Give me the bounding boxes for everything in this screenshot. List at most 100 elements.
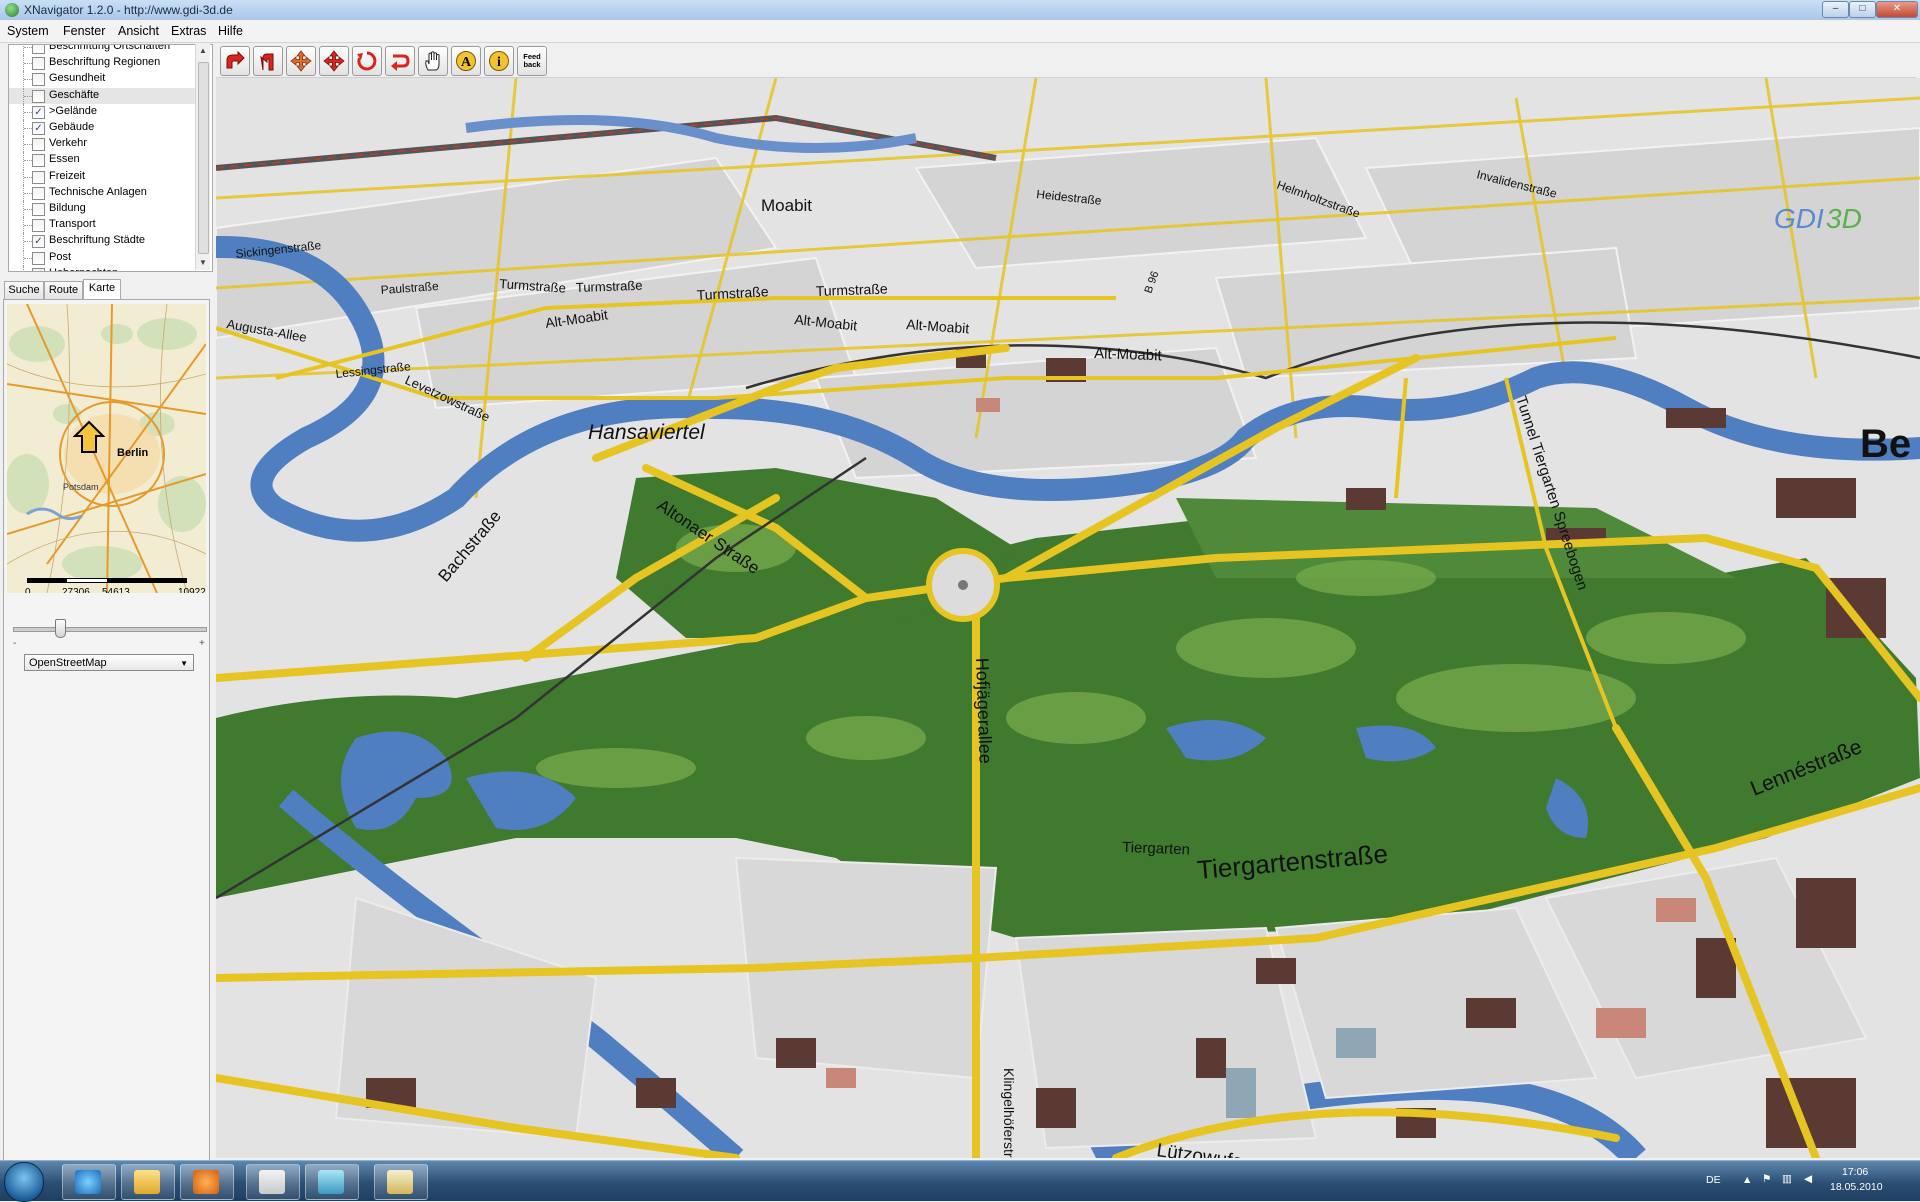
show-hidden-icons-icon[interactable]: ▲ — [1742, 1174, 1752, 1186]
feedback-icon[interactable]: Feed back — [517, 46, 547, 76]
scale-label-0: 0 — [25, 587, 31, 593]
layer-item[interactable]: Freizeit — [9, 168, 195, 185]
layer-checkbox[interactable] — [32, 89, 45, 103]
layer-label: Transport — [49, 218, 96, 231]
volume-icon[interactable]: ◀ — [1804, 1173, 1812, 1185]
layer-label: Technische Anlagen — [49, 185, 147, 198]
layer-checkbox[interactable] — [32, 251, 45, 265]
layer-checkbox[interactable] — [32, 170, 45, 184]
layer-label: Beschriftung Ortschaften — [49, 44, 171, 52]
layer-checkbox[interactable]: ✓ — [32, 235, 45, 249]
map-label-turmstrasse-4: Turmstraße — [816, 280, 889, 299]
menu-bar: System Fenster Ansicht Extras Hilfe — [0, 20, 1920, 43]
paint-icon[interactable] — [374, 1164, 428, 1200]
layer-checkbox[interactable] — [32, 73, 45, 87]
media-player-icon[interactable] — [180, 1164, 234, 1200]
menu-ansicht[interactable]: Ansicht — [118, 24, 159, 38]
layer-checkbox[interactable]: ✓ — [32, 267, 45, 271]
minimap-label-potsdam: Potsdam — [63, 482, 99, 492]
layer-item[interactable]: Verkehr — [9, 136, 195, 153]
network-icon[interactable]: ▥ — [1782, 1173, 1792, 1185]
layer-item[interactable]: Post — [9, 249, 195, 266]
maximize-button[interactable]: □ — [1849, 1, 1876, 18]
scale-label-3: 10922 — [178, 587, 206, 593]
explorer-icon[interactable] — [121, 1164, 175, 1200]
scrollbar-thumb[interactable] — [198, 62, 209, 254]
layer-label: Bildung — [49, 202, 86, 214]
clock-time[interactable]: 17:06 — [1842, 1166, 1868, 1178]
map-label-moabit: Moabit — [761, 196, 812, 215]
chevron-down-icon: ▼ — [180, 659, 188, 668]
map-3d-view[interactable]: GDI 3D Moabit Hansaviertel Turmstraße Tu… — [216, 78, 1920, 1158]
layer-item[interactable]: Beschriftung Ortschaften — [9, 44, 195, 55]
rotate-icon[interactable] — [352, 46, 382, 76]
tab-karte[interactable]: Karte — [83, 279, 121, 300]
window-switcher-icon[interactable] — [305, 1164, 359, 1200]
map-label-turmstrasse-2: Turmstraße — [576, 278, 643, 295]
layer-item[interactable]: Geschäfte — [9, 87, 195, 104]
slider-track[interactable] — [13, 627, 207, 632]
layer-checkbox[interactable]: ✓ — [32, 122, 45, 135]
layer-item[interactable]: Bildung — [9, 201, 195, 217]
internet-explorer-icon[interactable] — [62, 1164, 116, 1200]
tab-suche[interactable]: Suche — [4, 281, 44, 299]
menu-fenster[interactable]: Fenster — [63, 24, 105, 38]
slider-max-label: + — [199, 638, 205, 649]
layer-list-scrollbar[interactable]: ▲ ▼ — [195, 44, 210, 270]
minimap-label-berlin: Berlin — [117, 447, 148, 459]
layer-checkbox[interactable] — [32, 186, 45, 200]
layer-checkbox[interactable]: ✓ — [32, 105, 45, 119]
minimize-button[interactable]: – — [1822, 1, 1849, 18]
layer-label: Post — [49, 250, 72, 263]
annotation-icon[interactable]: A — [451, 46, 481, 76]
title-bar: XNavigator 1.2.0 - http://www.gdi-3d.de … — [0, 0, 1920, 21]
clock-date[interactable]: 18.05.2010 — [1830, 1181, 1883, 1193]
layer-item[interactable]: Essen — [9, 152, 195, 169]
layer-item[interactable]: ✓ Beschriftung Städte — [9, 233, 195, 250]
layer-label: Gesundheit — [49, 72, 106, 85]
scroll-up-icon[interactable]: ▲ — [199, 46, 207, 55]
slider-knob[interactable] — [55, 619, 66, 638]
layer-item[interactable]: Transport — [9, 217, 195, 234]
turn-left-icon[interactable] — [253, 46, 283, 76]
hand-icon[interactable] — [418, 46, 448, 76]
close-button[interactable]: ✕ — [1876, 1, 1918, 18]
layer-checkbox[interactable] — [32, 57, 45, 71]
layer-checkbox[interactable] — [32, 203, 45, 216]
move-forward-icon[interactable] — [220, 46, 250, 76]
overview-map[interactable]: Berlin Potsdam 0 27306 54613 10922 — [7, 304, 206, 593]
layer-checkbox[interactable] — [32, 45, 45, 54]
scroll-down-icon[interactable]: ▼ — [199, 258, 207, 267]
java-app-icon[interactable] — [246, 1164, 300, 1200]
zoom-slider[interactable]: - + — [13, 618, 207, 649]
pan-icon[interactable] — [286, 46, 316, 76]
language-indicator[interactable]: DE — [1706, 1174, 1721, 1186]
menu-system[interactable]: System — [7, 24, 49, 38]
info-icon[interactable]: i — [484, 46, 514, 76]
rewind-icon[interactable] — [385, 46, 415, 76]
map-logo-3d: 3D — [1826, 203, 1862, 234]
map-source-select[interactable]: OpenStreetMap ▼ — [24, 654, 194, 671]
layer-checkbox[interactable] — [32, 219, 45, 233]
layer-label: Gebäude — [49, 121, 95, 133]
menu-hilfe[interactable]: Hilfe — [218, 24, 243, 38]
move-icon[interactable] — [319, 46, 349, 76]
layer-item[interactable]: Beschriftung Regionen — [9, 55, 195, 72]
layer-checkbox[interactable] — [32, 138, 45, 152]
layer-item[interactable]: ✓ >Gelände — [9, 103, 195, 120]
menu-extras[interactable]: Extras — [171, 24, 206, 38]
layer-item[interactable]: Technische Anlagen — [9, 184, 195, 201]
layer-item[interactable]: Gesundheit — [9, 71, 195, 88]
map-label-hofjaegerallee: Hofjägerallee — [972, 657, 996, 764]
layer-item[interactable]: ✓ Gebäude — [9, 120, 195, 136]
taskbar: DE ▲ ⚑ ▥ ◀ 17:06 18.05.2010 — [0, 1160, 1920, 1202]
layer-label: Uebernachten — [49, 267, 118, 271]
toolbar: A i Feed back — [216, 44, 1916, 78]
layer-list: Beschriftung Ortschaften Beschriftung Reg… — [8, 44, 213, 272]
tab-route[interactable]: Route — [44, 281, 83, 299]
layer-checkbox[interactable] — [32, 154, 45, 168]
start-button[interactable] — [4, 1162, 44, 1202]
action-center-icon[interactable]: ⚑ — [1762, 1173, 1771, 1185]
slider-min-label: - — [13, 638, 17, 649]
layer-item[interactable]: ✓ Uebernachten — [9, 265, 195, 271]
